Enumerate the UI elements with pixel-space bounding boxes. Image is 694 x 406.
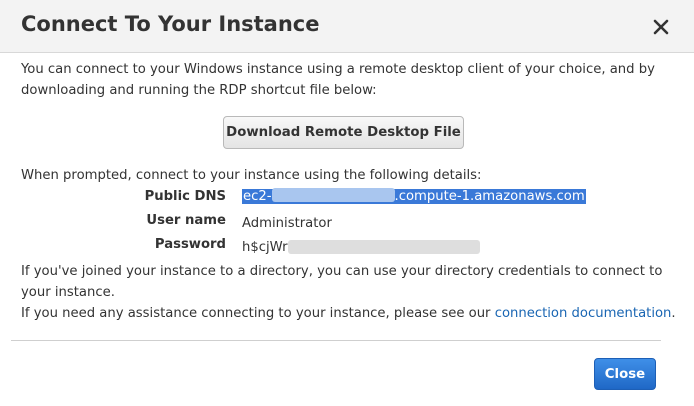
prompted-text: When prompted, connect to your instance …: [21, 168, 482, 183]
username-value[interactable]: Administrator: [242, 216, 332, 231]
dialog-header: Connect To Your Instance: [0, 0, 694, 53]
redacted-dns-blur: [271, 188, 395, 202]
username-label: User name: [146, 213, 226, 228]
connect-dialog: Connect To Your Instance You can connect…: [0, 0, 694, 406]
assistance-label: If you need any assistance connecting to…: [21, 306, 491, 321]
password-label: Password: [154, 237, 226, 252]
connection-documentation-link[interactable]: connection documentation: [495, 306, 672, 321]
password-prefix: h$cjWr: [242, 240, 288, 255]
redacted-password-blur: [287, 240, 480, 254]
assistance-text: If you need any assistance connecting to…: [21, 303, 676, 324]
password-value[interactable]: h$cjWr: [242, 240, 480, 255]
close-x-icon[interactable]: [651, 17, 671, 37]
password-row: Password h$cjWr: [0, 237, 694, 259]
username-row: User name Administrator: [0, 213, 694, 235]
dns-suffix: .compute-1.amazonaws.com: [394, 189, 585, 204]
public-dns-row: Public DNS ec2- .compute-1.amazonaws.com: [0, 188, 694, 211]
directory-text: If you've joined your instance to a dire…: [21, 264, 663, 300]
footer-divider: [11, 340, 661, 341]
public-dns-value[interactable]: ec2- .compute-1.amazonaws.com: [242, 188, 586, 204]
dialog-title: Connect To Your Instance: [21, 12, 320, 36]
intro-text: You can connect to your Windows instance…: [21, 62, 655, 98]
assistance-period: .: [671, 306, 676, 321]
public-dns-label: Public DNS: [144, 189, 226, 204]
close-button[interactable]: Close: [594, 358, 656, 390]
dns-prefix: ec2-: [243, 189, 272, 204]
download-rdp-button[interactable]: Download Remote Desktop File: [223, 116, 464, 149]
